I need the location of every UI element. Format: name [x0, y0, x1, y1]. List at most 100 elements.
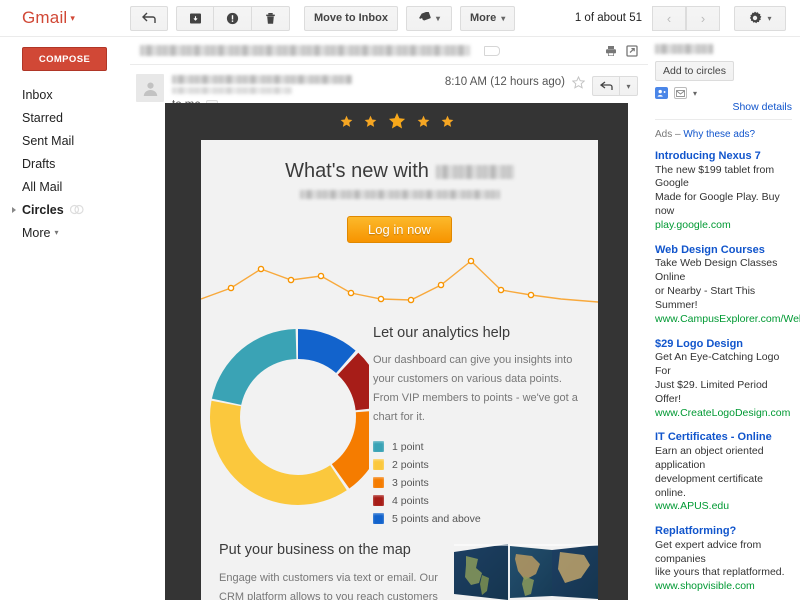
envelope-icon[interactable]	[674, 87, 687, 99]
message-more-button[interactable]: ▾	[620, 76, 638, 96]
log-in-now-button[interactable]: Log in now	[347, 216, 452, 243]
ad-url: www.CampusExplorer.com/WebDesi	[655, 312, 800, 325]
add-to-circles-button[interactable]: Add to circles	[655, 61, 735, 81]
legend-item: 5 points and above	[373, 510, 586, 528]
toolbar-actions: Move to Inbox ▾ More ▾	[130, 5, 523, 31]
ad-line: Get expert advice from companies	[655, 538, 762, 565]
contact-name-redacted	[655, 44, 713, 54]
chevron-down-icon: ▾	[435, 13, 440, 23]
legend-item: 4 points	[373, 492, 586, 510]
ad-item[interactable]: $29 Logo Design Get An Eye-Catching Logo…	[655, 337, 792, 421]
sidebar: COMPOSE Inbox Starred Sent Mail Drafts A…	[0, 37, 130, 600]
report-spam-button[interactable]	[214, 5, 252, 31]
donut-chart	[201, 317, 369, 528]
ad-line: Made for Google Play. Buy now	[655, 191, 780, 218]
ad-line: or Nearby - Start This Summer!	[655, 285, 756, 311]
sidebar-item-label: Inbox	[22, 87, 53, 102]
back-button[interactable]	[130, 5, 168, 31]
ads-dash: –	[675, 129, 681, 140]
compose-button[interactable]: COMPOSE	[22, 47, 107, 71]
open-in-new-window-icon[interactable]	[626, 44, 638, 57]
analytics-heading: Let our analytics help	[373, 325, 511, 341]
sidebar-item-label: Starred	[22, 110, 63, 125]
map-text: Put your business on the map Engage with…	[219, 542, 448, 600]
legend-label: 4 points	[392, 494, 429, 507]
star-outline-icon[interactable]	[572, 76, 585, 89]
message-actions-group	[176, 5, 290, 31]
pagination-count: 1 of about 51	[574, 12, 642, 24]
hero-title: What's new with	[201, 160, 598, 183]
sidebar-item-sent-mail[interactable]: Sent Mail	[0, 129, 130, 152]
newsletter-card: What's new with Log in now Let our analy…	[201, 140, 598, 600]
gmail-logo[interactable]: Gmail ▾	[0, 8, 130, 28]
map-paragraph: Engage with customers via text or email.…	[219, 571, 438, 600]
ad-item[interactable]: IT Certificates - Online Earn an object …	[655, 430, 792, 514]
label-tag-icon[interactable]	[484, 45, 500, 56]
avatar[interactable]	[136, 74, 164, 102]
chevron-down-icon[interactable]: ▾	[693, 89, 697, 98]
ads-header: Ads – Why these ads?	[655, 129, 792, 140]
delete-button[interactable]	[252, 5, 290, 31]
email-body: What's new with Log in now Let our analy…	[165, 103, 628, 600]
chevron-down-icon: ▾	[501, 13, 506, 23]
print-icon[interactable]	[605, 45, 617, 57]
expand-arrow-icon[interactable]	[12, 206, 16, 213]
show-details-link[interactable]: Show details	[655, 101, 792, 113]
ad-item[interactable]: Replatforming? Get expert advice from co…	[655, 524, 792, 594]
ad-item[interactable]: Introducing Nexus 7 The new $199 tablet …	[655, 149, 792, 233]
legend-swatch	[373, 513, 384, 525]
ad-title[interactable]: Introducing Nexus 7	[655, 149, 792, 164]
ad-title[interactable]: IT Certificates - Online	[655, 430, 792, 445]
star-icon	[417, 115, 429, 127]
legend-item: 2 points	[373, 456, 586, 474]
previous-page-button[interactable]: ‹	[652, 5, 686, 31]
why-these-ads-link[interactable]: Why these ads?	[683, 129, 755, 140]
ad-line: Take Web Design Classes Online	[655, 257, 778, 284]
message-timestamp: 8:10 AM (12 hours ago)	[444, 76, 565, 88]
sidebar-item-all-mail[interactable]: All Mail	[0, 175, 130, 198]
move-to-inbox-button[interactable]: Move to Inbox	[304, 5, 398, 31]
sidebar-item-drafts[interactable]: Drafts	[0, 152, 130, 175]
gmail-logo-text: Gmail	[22, 8, 68, 27]
sidebar-item-circles[interactable]: Circles	[0, 198, 130, 221]
sidebar-item-more[interactable]: More ▾	[0, 221, 130, 244]
ad-url: play.google.com	[655, 218, 731, 231]
sidebar-item-starred[interactable]: Starred	[0, 106, 130, 129]
contact-actions: ▾	[655, 87, 792, 99]
more-button[interactable]: More ▾	[459, 5, 516, 31]
add-to-circles-label: Add to circles	[663, 65, 727, 77]
ad-title[interactable]: $29 Logo Design	[655, 337, 792, 352]
sidebar-item-inbox[interactable]: Inbox	[0, 83, 130, 106]
hero-brand-redacted	[435, 164, 514, 179]
chevron-down-icon: ▾	[626, 81, 631, 91]
add-person-icon[interactable]	[655, 87, 668, 99]
ad-title[interactable]: Web Design Courses	[655, 243, 792, 258]
sidebar-item-label: Circles	[22, 202, 64, 217]
sidebar-item-label: More	[22, 225, 51, 240]
ad-line: The new $199 tablet from Google	[655, 163, 775, 190]
legend-item: 3 points	[373, 474, 586, 492]
chevron-right-icon: ›	[700, 10, 706, 26]
labels-button[interactable]: ▾	[405, 5, 452, 31]
reply-actions: ▾	[592, 76, 638, 96]
reply-button[interactable]	[592, 76, 620, 96]
map-section: Put your business on the map Engage with…	[201, 528, 598, 600]
ad-item[interactable]: Web Design Courses Take Web Design Class…	[655, 243, 800, 327]
map-heading: Put your business on the map	[219, 541, 411, 558]
pagination: 1 of about 51 ‹ › ▾	[574, 5, 800, 31]
legend-swatch	[373, 441, 384, 453]
ad-title[interactable]: Replatforming?	[655, 524, 792, 539]
hero-title-text: What's new with	[285, 160, 429, 182]
compose-label: COMPOSE	[38, 53, 91, 65]
subject-row	[130, 37, 648, 65]
ad-url: www.shopvisible.com	[655, 580, 755, 593]
right-rail: Add to circles ▾ Show details Ads – Why …	[648, 37, 800, 600]
hero-subtitle-redacted	[299, 190, 500, 199]
hero-section: What's new with Log in now	[201, 140, 598, 243]
ad-url: www.APUS.edu	[655, 500, 730, 513]
archive-button[interactable]	[176, 5, 214, 31]
settings-button[interactable]: ▾	[734, 5, 786, 31]
chevron-down-icon: ▾	[767, 13, 772, 23]
next-page-button[interactable]: ›	[686, 5, 720, 31]
legend-swatch	[373, 477, 384, 489]
